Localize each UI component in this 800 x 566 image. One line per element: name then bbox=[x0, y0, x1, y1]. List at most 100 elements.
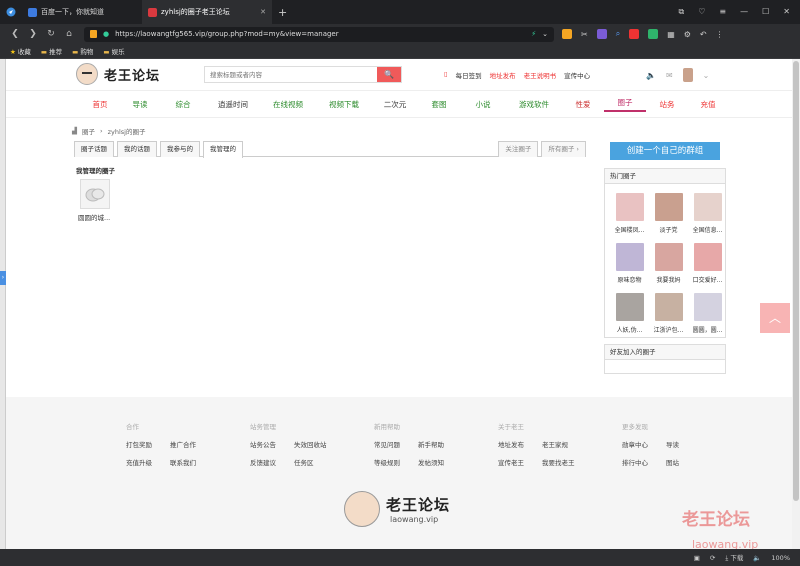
hot-group-item[interactable]: 我要我妈 bbox=[650, 243, 687, 284]
group-thumbnail[interactable] bbox=[80, 179, 110, 209]
link-manual[interactable]: 老王说明书 bbox=[524, 70, 557, 80]
bookmark-favorites[interactable]: ★ 收藏 bbox=[10, 46, 31, 56]
footer-link[interactable]: 站务公告 bbox=[250, 439, 278, 449]
group-thumbnail[interactable] bbox=[693, 243, 722, 271]
group-thumbnail[interactable] bbox=[654, 193, 683, 221]
hot-group-name[interactable]: 原味恋物 bbox=[617, 275, 641, 284]
group-thumbnail[interactable] bbox=[615, 243, 644, 271]
nav-item[interactable]: 小说 bbox=[460, 99, 506, 110]
link-checkin[interactable]: 每日签到 bbox=[456, 70, 482, 80]
follow-group-button[interactable]: 关注圈子 bbox=[498, 141, 539, 157]
hot-group-name[interactable]: 口交爱好... bbox=[693, 275, 723, 284]
footer-link[interactable]: 等级规则 bbox=[374, 457, 402, 467]
minimize-icon[interactable]: — bbox=[740, 7, 748, 17]
hot-group-item[interactable]: 口交爱好... bbox=[689, 243, 726, 284]
group-thumbnail[interactable] bbox=[693, 193, 722, 221]
home-chart-icon[interactable]: ▟ bbox=[72, 127, 77, 135]
speed-mode-icon[interactable]: ⚡ bbox=[531, 30, 536, 38]
tab-group-page[interactable]: zyhlsj的圈子老王论坛 ✕ bbox=[142, 0, 272, 24]
close-window-icon[interactable]: ✕ bbox=[783, 7, 790, 17]
link-address[interactable]: 地址发布 bbox=[490, 70, 516, 80]
footer-link[interactable]: 常见问题 bbox=[374, 439, 402, 449]
sync-icon[interactable]: ⟳ bbox=[710, 554, 715, 562]
maximize-icon[interactable]: ☐ bbox=[762, 7, 769, 17]
undo-icon[interactable]: ↶ bbox=[700, 30, 707, 39]
hot-group-item[interactable]: 淡子党 bbox=[650, 193, 687, 234]
all-groups-button[interactable]: 所有圈子 › bbox=[541, 141, 586, 157]
bookmark-folder-shopping[interactable]: ▬ 购物 bbox=[72, 46, 93, 56]
screenshot-icon[interactable]: ▣ bbox=[694, 554, 700, 562]
footer-link[interactable]: 老王家规 bbox=[542, 439, 570, 449]
speaker-icon[interactable]: 🔈 bbox=[753, 554, 761, 562]
home-icon[interactable]: ⌂ bbox=[60, 29, 78, 39]
url-field[interactable]: ● https://laowangtfg565.vip/group.php?mo… bbox=[84, 26, 554, 42]
dropdown-icon[interactable]: ⌄ bbox=[542, 30, 548, 38]
footer-link[interactable]: 充值升级 bbox=[126, 457, 154, 467]
footer-link[interactable]: 联系我们 bbox=[170, 457, 198, 467]
avatar[interactable] bbox=[682, 68, 693, 82]
zoom-level[interactable]: 100% bbox=[771, 554, 790, 562]
nav-item[interactable]: 视频下载 bbox=[316, 99, 372, 110]
footer-link[interactable]: 发帖须知 bbox=[418, 457, 446, 467]
site-logo[interactable]: 老王论坛 bbox=[76, 63, 160, 85]
tab-my-topics[interactable]: 我的话题 bbox=[117, 141, 157, 157]
search-input[interactable] bbox=[205, 67, 377, 82]
browser-menu-icon[interactable] bbox=[0, 0, 22, 24]
translate-icon[interactable] bbox=[596, 29, 607, 39]
download-icon[interactable]: ⤓ 下载 bbox=[725, 552, 743, 563]
footer-link[interactable]: 打包奖励 bbox=[126, 439, 154, 449]
more-icon[interactable]: ⋮ bbox=[716, 30, 724, 39]
hot-group-name[interactable]: 圆圆，圆... bbox=[693, 325, 723, 334]
group-name[interactable]: 圆圆的城... bbox=[78, 212, 110, 222]
footer-link[interactable]: 宣传老王 bbox=[498, 457, 526, 467]
close-tab-icon[interactable]: ✕ bbox=[254, 8, 266, 16]
nav-item[interactable]: 首页 bbox=[80, 99, 120, 110]
hot-group-item[interactable]: 原味恋物 bbox=[611, 243, 648, 284]
footer-link[interactable]: 排行中心 bbox=[622, 457, 650, 467]
skin-icon[interactable]: ♡ bbox=[698, 7, 705, 17]
hot-group-item[interactable]: 全国信息... bbox=[689, 193, 726, 234]
hot-group-name[interactable]: 江浙沪包... bbox=[654, 325, 684, 334]
hot-group-item[interactable]: 全国楼凤... bbox=[611, 193, 648, 234]
tab-managed[interactable]: 我管理的 bbox=[203, 141, 243, 158]
menu-icon[interactable]: ≡ bbox=[719, 7, 726, 17]
hot-group-name[interactable]: 全国信息... bbox=[693, 225, 723, 234]
new-tab-button[interactable]: + bbox=[272, 6, 293, 19]
hot-group-name[interactable]: 淡子党 bbox=[659, 225, 677, 234]
search-icon[interactable]: ⌕ bbox=[616, 29, 620, 39]
nav-item[interactable]: 套图 bbox=[418, 99, 460, 110]
nav-item[interactable]: 圈子 bbox=[604, 97, 646, 112]
footer-link[interactable]: 任务区 bbox=[294, 457, 322, 467]
nav-item[interactable]: 综合 bbox=[160, 99, 206, 110]
bookmark-folder-entertainment[interactable]: ▬ 娱乐 bbox=[103, 46, 124, 56]
tab-group-topics[interactable]: 圈子话题 bbox=[74, 141, 114, 157]
tab-count-icon[interactable]: ⧉ bbox=[679, 7, 685, 17]
footer-link[interactable]: 图站 bbox=[666, 457, 694, 467]
breadcrumb-group[interactable]: 圈子 bbox=[82, 126, 95, 136]
hot-group-item[interactable]: 人妖,伪... bbox=[611, 293, 648, 334]
scrollbar-thumb[interactable] bbox=[793, 61, 799, 501]
breadcrumb-current[interactable]: zyhlsj的圈子 bbox=[108, 126, 146, 136]
chevron-down-icon[interactable]: ⌄ bbox=[703, 71, 710, 80]
footer-link[interactable]: 导读 bbox=[666, 439, 694, 449]
reload-icon[interactable]: ↻ bbox=[42, 29, 60, 39]
link-promo[interactable]: 宣传中心 bbox=[564, 70, 590, 80]
footer-link[interactable]: 新手帮助 bbox=[418, 439, 446, 449]
back-to-top-button[interactable]: ︿ bbox=[760, 303, 790, 333]
group-thumbnail[interactable] bbox=[693, 293, 722, 321]
settings-icon[interactable]: ⚙ bbox=[684, 30, 691, 39]
nav-item[interactable]: 导读 bbox=[120, 99, 160, 110]
tab-participated[interactable]: 我参与的 bbox=[160, 141, 200, 157]
group-thumbnail[interactable] bbox=[615, 193, 644, 221]
record-icon[interactable] bbox=[629, 29, 640, 39]
create-group-button[interactable]: 创建一个自己的群组 bbox=[610, 142, 720, 160]
nav-item[interactable]: 逍遥时间 bbox=[206, 99, 260, 110]
footer-link[interactable]: 地址发布 bbox=[498, 439, 526, 449]
nav-item[interactable]: 在线视频 bbox=[260, 99, 316, 110]
tab-baidu[interactable]: 百度一下，你就知道 bbox=[22, 0, 142, 24]
nav-item[interactable]: 二次元 bbox=[372, 99, 418, 110]
nav-item[interactable]: 充值 bbox=[688, 99, 728, 110]
sound-icon[interactable]: 🔈 bbox=[646, 71, 656, 80]
footer-link[interactable]: 推广合作 bbox=[170, 439, 198, 449]
adblock-shield-icon[interactable] bbox=[648, 29, 659, 39]
